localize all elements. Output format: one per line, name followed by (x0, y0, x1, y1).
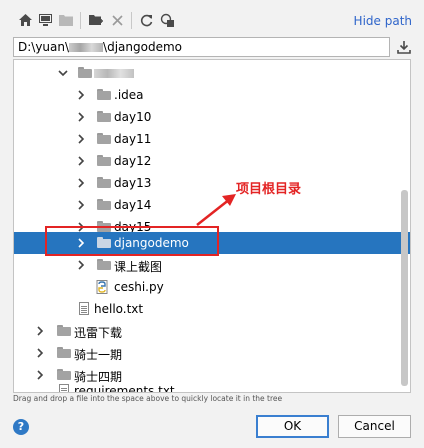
tree-item-label: requirements.txt (74, 384, 175, 393)
tree-row[interactable]: 迅雷下载 (14, 320, 410, 342)
cancel-button[interactable]: Cancel (338, 415, 411, 438)
delete-icon[interactable] (110, 13, 124, 27)
desktop-icon[interactable] (38, 13, 52, 27)
scrollbar-thumb[interactable] (401, 190, 408, 386)
tree-row[interactable]: ceshi.py (14, 276, 410, 298)
folder-icon (97, 133, 111, 144)
folder-icon (57, 347, 71, 358)
folder-icon (78, 67, 92, 78)
tree-item-label: day12 (114, 154, 152, 168)
new-folder-icon[interactable] (89, 13, 103, 27)
tree-row[interactable]: .idea (14, 84, 410, 106)
toolbar-separator (80, 12, 81, 29)
tree-item-label: day11 (114, 132, 152, 146)
tree-row[interactable]: day13 (14, 172, 410, 194)
path-suffix: \djangodemo (103, 40, 182, 54)
chevron-right-icon[interactable] (75, 176, 87, 190)
home-icon[interactable] (18, 13, 32, 27)
chevron-right-icon[interactable] (75, 132, 87, 146)
folder-icon (57, 325, 71, 336)
tree-row[interactable]: 骑士一期 (14, 342, 410, 364)
path-prefix: D:\yuan\ (18, 40, 70, 54)
chevron-right-icon[interactable] (34, 324, 46, 338)
help-button[interactable]: ? (13, 419, 29, 435)
python-file-icon (96, 280, 108, 294)
chevron-right-icon[interactable] (34, 346, 46, 360)
text-file-icon (59, 384, 69, 392)
tree-row[interactable] (14, 62, 410, 84)
chevron-right-icon[interactable] (75, 198, 87, 212)
chevron-right-icon[interactable] (75, 110, 87, 124)
toolbar-separator (131, 12, 132, 29)
tree-item-label: day14 (114, 198, 152, 212)
drag-drop-hint: Drag and drop a file into the space abov… (13, 394, 283, 403)
tree-item-label: day13 (114, 176, 152, 190)
folder-icon (97, 155, 111, 166)
tree-item-label: 迅雷下载 (74, 326, 123, 340)
folder-icon (97, 177, 111, 188)
tree-item-label: ceshi.py (114, 280, 164, 294)
tree-item-label: 骑士一期 (74, 348, 123, 362)
tree-item-label: .idea (114, 88, 144, 102)
tree-item-label: hello.txt (94, 302, 144, 316)
hide-path-link[interactable]: Hide path (354, 14, 412, 28)
chevron-down-icon[interactable] (57, 66, 69, 80)
download-icon[interactable] (397, 40, 411, 54)
show-hidden-icon[interactable] (160, 13, 174, 27)
annotation-label: 项目根目录 (236, 182, 302, 197)
ok-button[interactable]: OK (256, 415, 329, 438)
tree-row[interactable]: day10 (14, 106, 410, 128)
folder-icon (97, 89, 111, 100)
tree-row[interactable]: requirements.txt (14, 380, 410, 393)
redacted-folder-name (69, 43, 104, 52)
folder-icon (97, 111, 111, 122)
tree-row[interactable]: 课上截图 (14, 254, 410, 276)
path-input[interactable]: D:\yuan\ \djangodemo (13, 37, 390, 57)
toolbar: Hide path (0, 0, 424, 38)
annotation-highlight-box (45, 226, 219, 256)
text-file-icon (79, 302, 89, 315)
chevron-right-icon[interactable] (75, 258, 87, 272)
tree-row[interactable]: day12 (14, 150, 410, 172)
folder-icon (97, 199, 111, 210)
tree-row[interactable]: day14 (14, 194, 410, 216)
tree-row[interactable]: day11 (14, 128, 410, 150)
refresh-icon[interactable] (139, 13, 153, 27)
tree-row[interactable]: hello.txt (14, 298, 410, 320)
tree-item-label: 课上截图 (114, 260, 163, 274)
chevron-right-icon[interactable] (75, 88, 87, 102)
tree-item-label: day10 (114, 110, 152, 124)
project-folder-icon[interactable] (59, 13, 73, 27)
folder-icon (57, 369, 71, 380)
redacted-folder-label (94, 69, 134, 78)
chevron-right-icon[interactable] (75, 154, 87, 168)
folder-icon (97, 259, 111, 270)
